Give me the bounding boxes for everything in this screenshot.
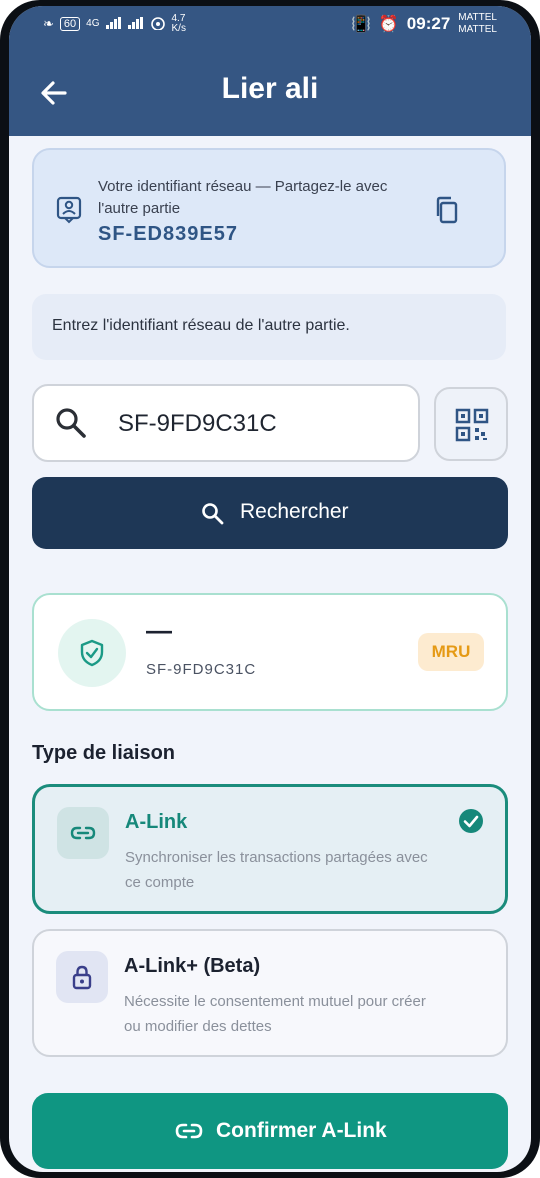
hd-badge: 60 [59,17,81,31]
lock-icon [72,965,92,990]
carrier-1: MATTEL [458,12,497,23]
qr-scan-button[interactable] [434,387,508,461]
shield-badge [58,619,126,687]
app-bar: ❧ 60 4G 4.7 K/s 📳 ⏰ 09:27 MATTEL MATTEL … [9,6,531,136]
status-bar: ❧ 60 4G 4.7 K/s 📳 ⏰ 09:27 MATTEL MATTEL [9,6,531,46]
option-a-link-plus[interactable]: A-Link+ (Beta) Nécessite le consentement… [32,929,508,1057]
confirm-link-icon [175,1123,203,1139]
link-icon-box [57,807,109,859]
search-button-label: Rechercher [240,500,349,523]
result-name: — [146,615,172,645]
option-a-link[interactable]: A-Link Synchroniser les transactions par… [32,784,508,914]
option-a-link-description: Synchroniser les transactions partagées … [125,849,428,891]
carrier-2: MATTEL [458,24,497,35]
network-id-card: Votre identifiant réseau — Partagez-le a… [32,148,506,268]
network-id-value: SF-ED839E57 [98,223,238,245]
option-a-link-plus-title: A-Link+ (Beta) [124,955,261,977]
option-a-link-title: A-Link [125,811,188,833]
confirm-button[interactable]: Confirmer A-Link [32,1093,508,1169]
signal-icon [105,16,122,32]
carrier-labels: MATTEL MATTEL [458,12,497,36]
search-result-card[interactable]: — SF-9FD9C31C MRU [32,593,508,711]
search-icon [56,408,86,438]
leaf-icon: ❧ [43,16,54,31]
signal-icon-2 [127,16,144,32]
vibrate-icon: 📳 [350,16,371,33]
confirm-button-label: Confirmer A-Link [216,1119,387,1142]
currency-badge: MRU [418,633,484,671]
result-id: SF-9FD9C31C [146,661,257,678]
shield-check-icon [80,639,104,667]
lock-icon-box [56,951,108,1003]
search-button-icon [202,503,224,525]
option-a-link-plus-description: Nécessite le consentement mutuel pour cr… [124,993,426,1035]
network-id-description: Votre identifiant réseau — Partagez-le a… [98,178,388,217]
status-left: ❧ 60 4G 4.7 K/s [43,14,186,34]
instruction-text: Entrez l'identifiant réseau de l'autre p… [52,317,350,334]
id-badge-icon [56,196,82,224]
speed-unit: K/s [171,23,186,34]
alarm-icon: ⏰ [378,16,399,33]
copy-icon[interactable] [434,196,460,224]
speed-readout: 4.7 K/s [172,14,186,34]
qr-code-icon [455,408,489,442]
instruction-box: Entrez l'identifiant réseau de l'autre p… [32,294,506,360]
phone-frame: ❧ 60 4G 4.7 K/s 📳 ⏰ 09:27 MATTEL MATTEL … [0,0,540,1178]
app-screen: ❧ 60 4G 4.7 K/s 📳 ⏰ 09:27 MATTEL MATTEL … [9,6,531,1172]
link-icon [70,826,96,840]
network-type: 4G [86,18,100,29]
check-circle-icon [459,809,483,833]
search-field[interactable] [32,384,420,462]
link-type-heading: Type de liaison [32,742,175,764]
search-input[interactable] [116,404,410,444]
search-button[interactable]: Rechercher [32,477,508,549]
page-title: Lier ali [221,72,319,105]
clock: 09:27 [406,14,451,33]
status-right: 📳 ⏰ 09:27 MATTEL MATTEL [351,12,497,36]
wifi-icon [150,16,166,33]
